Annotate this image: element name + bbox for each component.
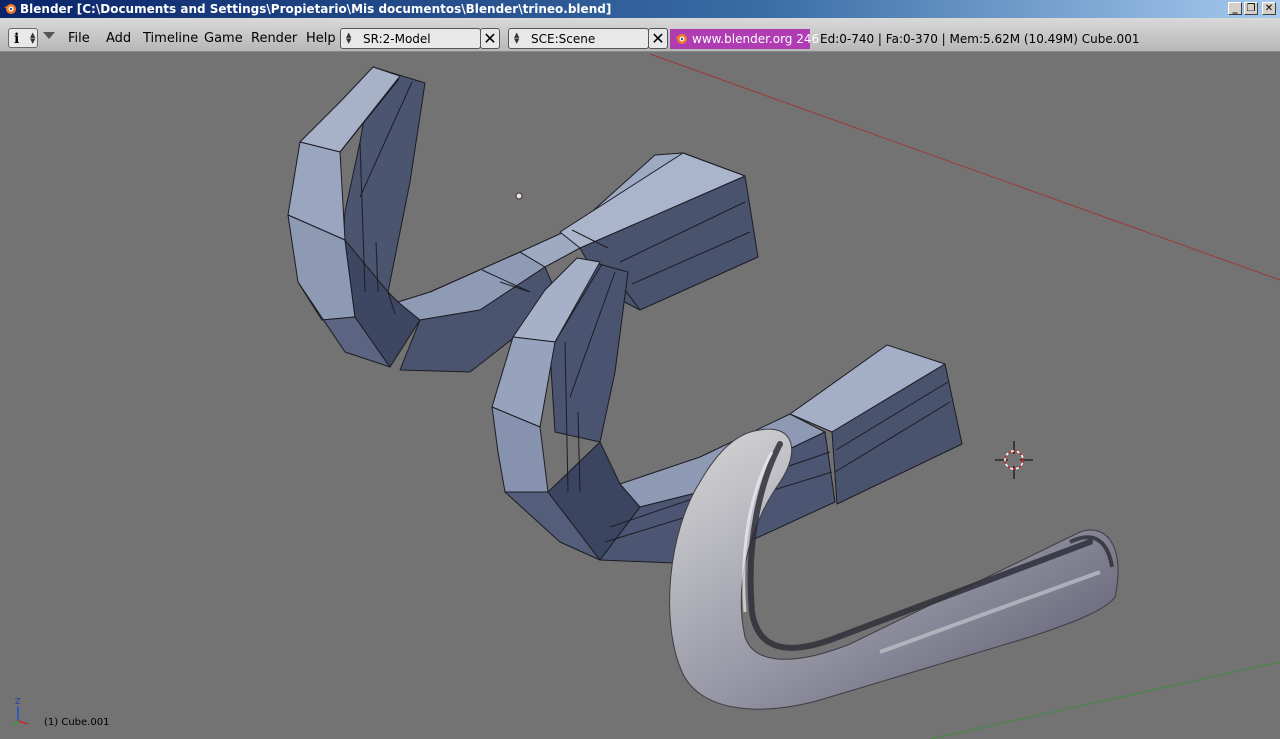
updown-arrows-icon: ▲ ▼	[514, 31, 520, 45]
axis-gizmo	[13, 706, 29, 727]
y-axis-line	[929, 661, 1280, 739]
menu-add[interactable]: Add	[106, 31, 131, 46]
blender-website-link[interactable]: www.blender.org 246	[670, 29, 819, 49]
scene-selector[interactable]: ▲ ▼ SCE:Scene	[508, 28, 649, 49]
3d-cursor	[995, 441, 1033, 479]
menu-timeline[interactable]: Timeline	[143, 31, 198, 46]
screen-selector[interactable]: ▲ ▼ SR:2-Model	[340, 28, 481, 49]
scene-stats: Ed:0-740 | Fa:0-370 | Mem:5.62M (10.49M)…	[820, 32, 1140, 46]
delete-scene-button[interactable]: ✕	[648, 28, 668, 49]
blender-link-text: www.blender.org 246	[692, 32, 820, 46]
menu-file[interactable]: File	[68, 31, 90, 46]
delete-screen-button[interactable]: ✕	[480, 28, 500, 49]
window-title-bar: Blender [C:\Documents and Settings\Propi…	[0, 0, 1280, 18]
updown-arrows-icon: ▲ ▼	[30, 31, 36, 45]
axis-z-label: Z	[15, 697, 21, 706]
updown-arrows-icon: ▲ ▼	[346, 31, 352, 45]
menu-help[interactable]: Help	[306, 31, 336, 46]
minimize-button[interactable]: _	[1228, 2, 1242, 15]
blender-info-header: i ▲ ▼ File Add Timeline Game Render Help …	[0, 18, 1280, 52]
menu-game[interactable]: Game	[204, 31, 243, 46]
window-type-selector[interactable]: i ▲ ▼	[8, 28, 38, 48]
maximize-button[interactable]: ❐	[1244, 2, 1258, 15]
blender-logo-icon	[4, 4, 16, 14]
collapse-menu-icon[interactable]	[43, 32, 55, 39]
object-origin-dot	[515, 192, 523, 200]
menu-render[interactable]: Render	[251, 31, 297, 46]
viewport-scene	[13, 53, 1280, 739]
blender-logo-icon	[675, 34, 687, 44]
close-button[interactable]: ✕	[1262, 2, 1276, 15]
active-object-label: (1) Cube.001	[44, 717, 110, 728]
info-icon: i	[14, 31, 20, 47]
window-title: Blender [C:\Documents and Settings\Propi…	[20, 2, 612, 16]
screen-name: SR:2-Model	[363, 32, 431, 46]
scene-name: SCE:Scene	[531, 32, 596, 46]
3d-viewport[interactable]: Z (1) Cube.001	[0, 52, 1280, 739]
